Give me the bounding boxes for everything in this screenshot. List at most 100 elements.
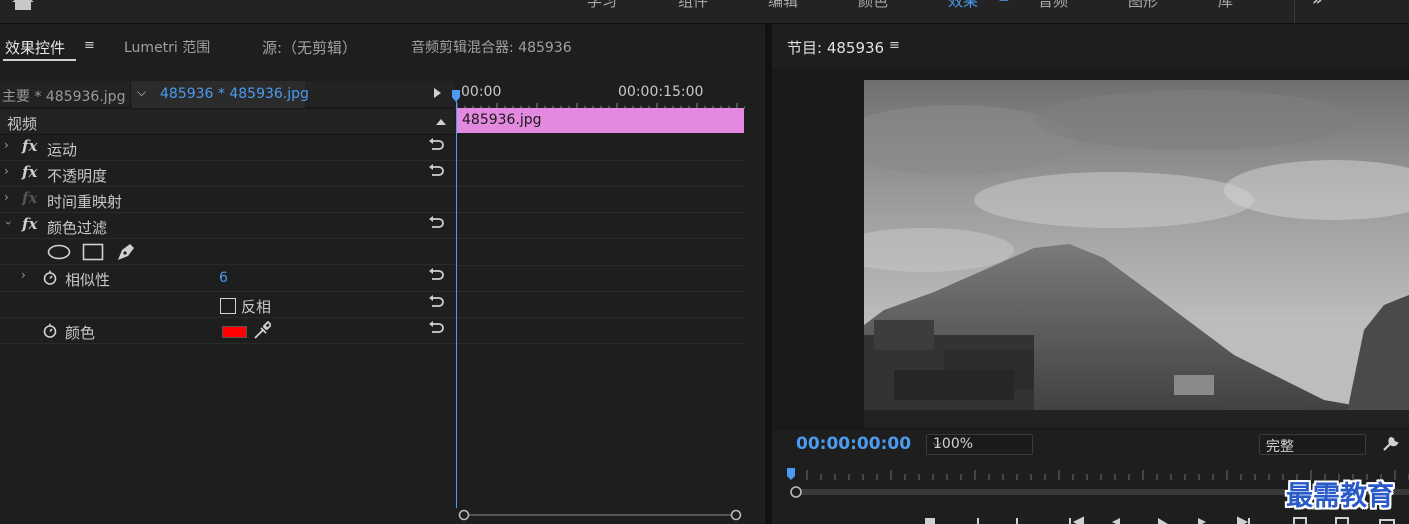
reset-icon[interactable]: [428, 267, 444, 283]
reset-icon[interactable]: [428, 215, 444, 231]
divider: [457, 291, 744, 292]
invert-label: 反相: [241, 298, 272, 316]
program-video-area[interactable]: [772, 68, 1409, 430]
master-clip-label[interactable]: 主要 * 485936.jpg: [2, 86, 125, 106]
stopwatch-icon[interactable]: [43, 270, 57, 285]
panel-menu-icon[interactable]: ≡: [84, 38, 95, 53]
timeline-clip-name: 485936.jpg: [462, 112, 542, 128]
collapse-chevron-icon[interactable]: ›: [1, 221, 15, 226]
workspace-audio[interactable]: 音频: [1038, 0, 1068, 11]
effect-row-opacity[interactable]: › fx 不透明度: [0, 161, 455, 187]
tab-lumetri-scopes[interactable]: Lumetri 范围: [124, 37, 210, 57]
workspace-editing[interactable]: 编辑: [768, 0, 798, 11]
show-timeline-icon[interactable]: [434, 88, 441, 98]
divider: [1294, 0, 1295, 23]
param-row-invert[interactable]: 反相: [0, 292, 455, 318]
effect-row-time-remapping[interactable]: › fx 时间重映射: [0, 187, 455, 213]
timeline-clip[interactable]: 485936.jpg: [457, 108, 744, 133]
workspace-libraries[interactable]: 库: [1218, 0, 1233, 11]
fx-icon[interactable]: fx: [22, 215, 37, 233]
effect-label: 不透明度: [47, 167, 108, 185]
chevron-down-icon: ⌵: [1266, 437, 1275, 450]
effect-controls-timeline: 00:00 00:00:15:00 485936.jpg: [452, 82, 745, 524]
param-row-similarity[interactable]: › 相似性 6: [0, 265, 455, 292]
fx-icon: fx: [22, 189, 38, 207]
pen-mask-icon[interactable]: [115, 241, 137, 263]
current-timecode[interactable]: 00:00:00:00: [796, 434, 911, 454]
workspace-assembly[interactable]: 组件: [678, 0, 708, 11]
color-swatch[interactable]: [222, 326, 247, 338]
fx-icon[interactable]: fx: [22, 137, 37, 155]
reset-icon[interactable]: [428, 294, 444, 310]
quality-dropdown[interactable]: 完整 ⌵: [1259, 434, 1366, 455]
reset-icon[interactable]: [428, 137, 444, 153]
effect-label: 运动: [47, 141, 78, 159]
reset-icon[interactable]: [428, 320, 444, 336]
transport-controls: [925, 516, 1395, 524]
divider: [457, 160, 744, 161]
invert-checkbox[interactable]: [220, 298, 236, 314]
reset-icon[interactable]: [428, 163, 444, 179]
time-ruler[interactable]: 00:00 00:00:15:00: [455, 82, 745, 109]
video-section-label: 视频: [7, 115, 38, 133]
video-section-header: 视频: [0, 110, 455, 135]
expand-chevron-icon[interactable]: ›: [21, 268, 26, 282]
more-workspaces-icon[interactable]: »: [1312, 0, 1322, 9]
home-icon[interactable]: [12, 0, 34, 10]
divider: [457, 343, 744, 344]
expand-chevron-icon[interactable]: ›: [4, 164, 9, 178]
stopwatch-icon[interactable]: [43, 323, 57, 338]
effect-row-color-pass[interactable]: › fx 颜色过滤: [0, 213, 455, 239]
collapse-up-icon[interactable]: [436, 119, 446, 125]
expand-chevron-icon[interactable]: ›: [4, 138, 9, 152]
chevron-down-icon: ⌵: [137, 85, 147, 99]
workspace-learning[interactable]: 学习: [587, 0, 617, 11]
tab-source[interactable]: 源:（无剪辑）: [262, 37, 357, 58]
watermark-logo: 最需教育: [1286, 481, 1394, 512]
workspace-graphics[interactable]: 图形: [1128, 0, 1158, 11]
chevron-down-icon: ⌵: [933, 437, 942, 450]
tab-effect-controls[interactable]: 效果控件: [5, 37, 65, 58]
param-label: 颜色: [65, 324, 96, 342]
workspace-color[interactable]: 颜色: [858, 0, 888, 11]
program-monitor-panel: 节目: 485936 ≡ 00:00:00:00 100% ⌵ 完整 ⌵: [772, 28, 1409, 524]
panel-splitter[interactable]: [765, 24, 772, 524]
eyedropper-icon[interactable]: [253, 321, 271, 340]
time-label-start: 00:00: [461, 84, 502, 100]
playhead-line: [456, 90, 457, 508]
workspace-menu-icon[interactable]: ≡: [998, 0, 1010, 6]
selected-clip-name: 485936 * 485936.jpg: [160, 86, 309, 102]
tab-audio-clip-mixer[interactable]: 音频剪辑混合器: 485936: [411, 37, 572, 57]
zoom-dropdown[interactable]: 100% ⌵: [926, 434, 1033, 455]
ellipse-mask-icon[interactable]: [47, 244, 71, 260]
effect-label: 颜色过滤: [47, 219, 108, 237]
effect-controls-panel: 效果控件 ≡ Lumetri 范围 源:（无剪辑） 音频剪辑混合器: 48593…: [0, 28, 765, 524]
divider: [457, 265, 744, 266]
panel-menu-icon[interactable]: ≡: [889, 38, 900, 53]
workspace-bar: 学习 组件 编辑 颜色 效果 ≡ 音频 图形 库 »: [0, 0, 1409, 24]
divider: [457, 186, 744, 187]
expand-chevron-icon[interactable]: ›: [4, 190, 9, 204]
clip-dropdown[interactable]: ⌵ 485936 * 485936.jpg: [130, 81, 309, 108]
video-frame: [864, 80, 1409, 427]
marker-icon[interactable]: [925, 518, 935, 524]
effect-row-motion[interactable]: › fx 运动: [0, 135, 455, 161]
divider: [457, 317, 744, 318]
param-label: 相似性: [65, 271, 111, 289]
mask-tools-row: [0, 239, 455, 265]
clip-selector-bar: 主要 * 485936.jpg ⌵ 485936 * 485936.jpg: [0, 81, 455, 108]
active-tab-indicator: [3, 59, 76, 61]
fx-icon[interactable]: fx: [22, 163, 37, 181]
panel-tabs: 效果控件 ≡ Lumetri 范围 源:（无剪辑） 音频剪辑混合器: 48593…: [0, 28, 765, 62]
wrench-icon[interactable]: [1381, 434, 1401, 452]
timeline-scrollbar[interactable]: [457, 509, 742, 521]
effect-label: 时间重映射: [47, 193, 123, 211]
rectangle-mask-icon[interactable]: [82, 243, 104, 261]
divider: [457, 238, 744, 239]
similarity-value[interactable]: 6: [219, 270, 228, 286]
program-monitor-title[interactable]: 节目: 485936: [787, 37, 884, 58]
time-label-mid: 00:00:15:00: [618, 84, 704, 100]
workspace-effects[interactable]: 效果: [948, 0, 978, 11]
param-row-color[interactable]: 颜色: [0, 318, 455, 344]
divider: [457, 212, 744, 213]
